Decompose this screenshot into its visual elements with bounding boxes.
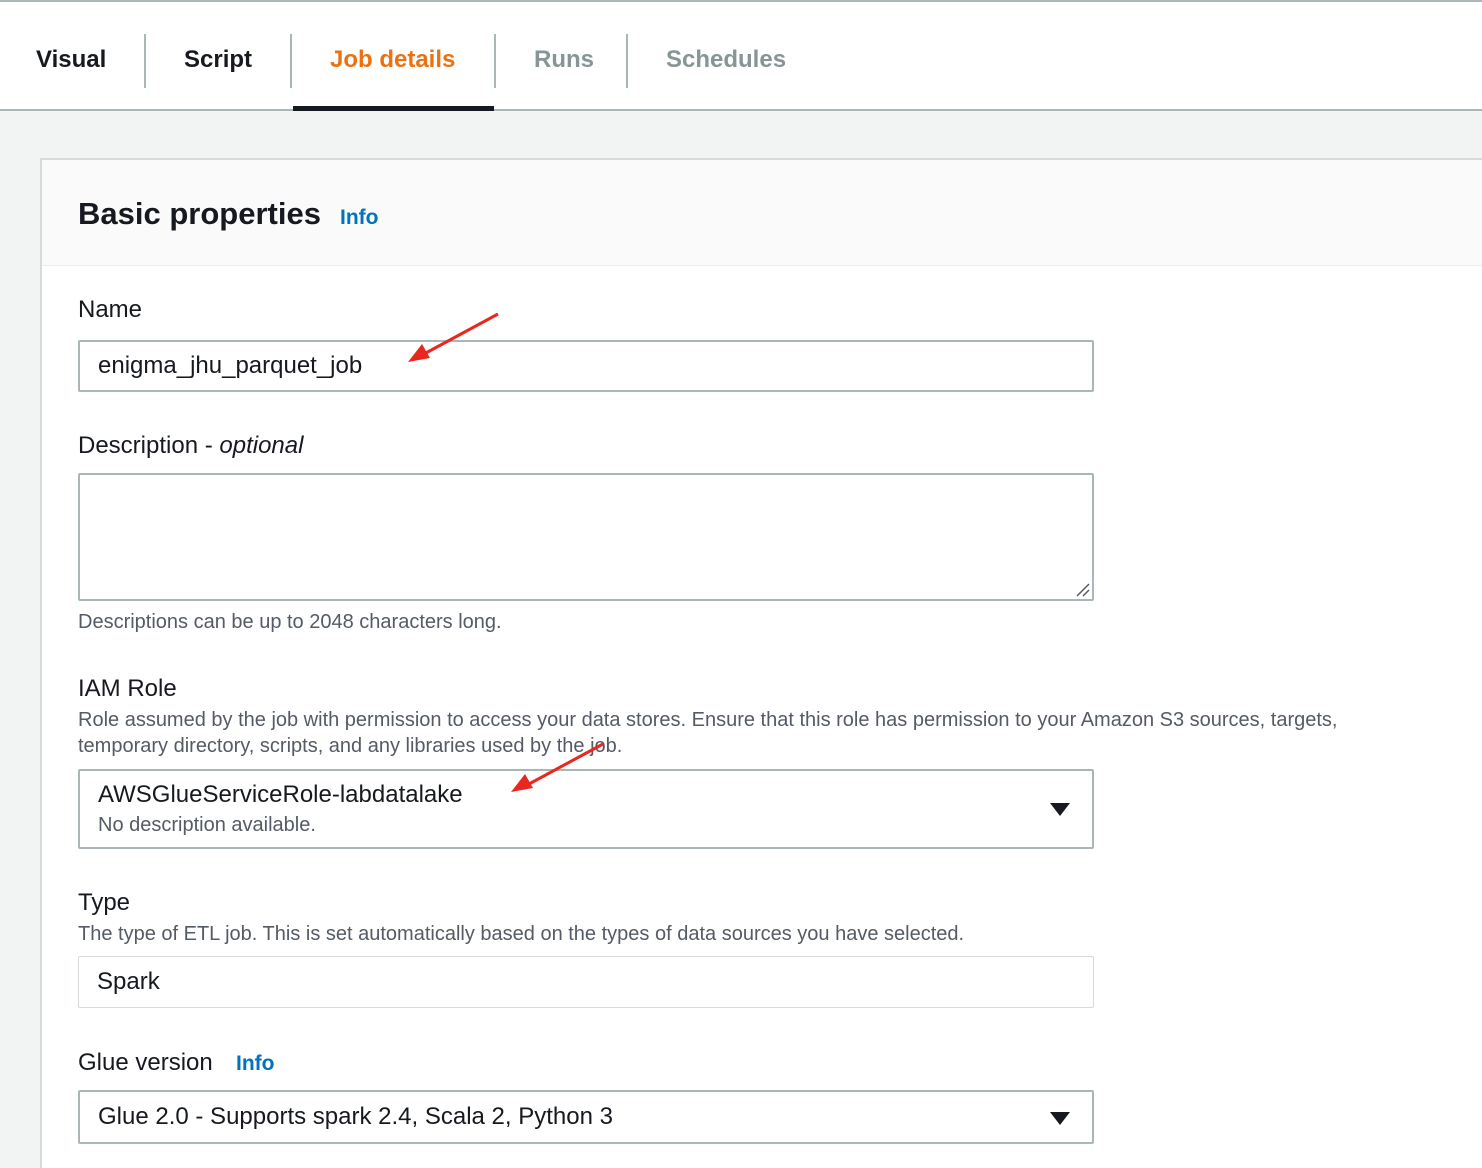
glue-version-label: Glue version <box>78 1049 213 1076</box>
basic-properties-panel: Basic properties Info Name enigma_jhu_pa… <box>40 158 1482 1168</box>
tab-divider <box>290 34 292 88</box>
name-input[interactable]: enigma_jhu_parquet_job <box>78 340 1094 392</box>
panel-header: Basic properties Info <box>42 160 1482 266</box>
panel-title: Basic properties <box>78 196 321 231</box>
glue-version-info-link[interactable]: Info <box>236 1052 274 1076</box>
caret-down-icon <box>1050 1112 1070 1125</box>
iam-role-selected-description: No description available. <box>98 814 316 836</box>
iam-role-selected: AWSGlueServiceRole-labdatalake <box>98 781 463 808</box>
glue-version-select[interactable]: Glue 2.0 - Supports spark 2.4, Scala 2, … <box>78 1090 1094 1144</box>
tab-divider <box>144 34 146 88</box>
tab-runs[interactable]: Runs <box>534 32 594 88</box>
type-help: The type of ETL job. This is set automat… <box>78 923 965 945</box>
caret-down-icon <box>1050 803 1070 816</box>
tab-job-details[interactable]: Job details <box>330 32 455 88</box>
resize-grip-icon[interactable] <box>1074 581 1090 597</box>
name-label: Name <box>78 296 143 323</box>
iam-role-select[interactable]: AWSGlueServiceRole-labdatalake No descri… <box>78 769 1094 849</box>
tab-divider <box>626 34 628 88</box>
iam-role-help: Role assumed by the job with permission … <box>78 709 1338 757</box>
tab-bar: Visual Script Job details Runs Schedules <box>0 0 1482 111</box>
description-label: Description - optional <box>78 432 303 460</box>
name-input-value: enigma_jhu_parquet_job <box>98 352 363 379</box>
description-help: Descriptions can be up to 2048 character… <box>78 611 502 633</box>
type-field: Spark <box>78 956 1094 1008</box>
tab-script[interactable]: Script <box>184 32 252 88</box>
description-textarea[interactable] <box>78 473 1094 601</box>
type-label: Type <box>78 889 131 916</box>
tab-schedules[interactable]: Schedules <box>666 32 786 88</box>
active-tab-indicator <box>293 106 494 111</box>
optional-marker: optional <box>219 432 304 459</box>
type-value: Spark <box>97 968 160 995</box>
iam-role-label: IAM Role <box>78 675 177 702</box>
basic-properties-info-link[interactable]: Info <box>340 206 378 230</box>
glue-version-selected: Glue 2.0 - Supports spark 2.4, Scala 2, … <box>98 1103 613 1130</box>
tab-visual[interactable]: Visual <box>36 32 106 88</box>
description-label-text: Description - <box>78 432 220 459</box>
tab-divider <box>494 34 496 88</box>
